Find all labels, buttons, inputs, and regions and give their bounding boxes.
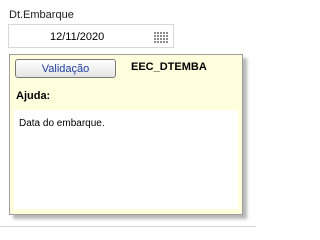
date-field-label: Dt.Embarque (9, 9, 74, 21)
calendar-icon[interactable] (154, 32, 168, 43)
field-code: EEC_DTEMBA (131, 61, 207, 73)
bottom-divider (0, 226, 256, 227)
validation-button[interactable]: Validação (15, 59, 116, 78)
help-text-box: Data do embarque. (14, 110, 238, 209)
date-input[interactable]: 12/11/2020 (8, 24, 174, 48)
help-heading: Ajuda: (16, 90, 51, 102)
date-input-value: 12/11/2020 (50, 31, 105, 43)
help-text: Data do embarque. (19, 118, 105, 129)
help-panel: Validação EEC_DTEMBA Ajuda: Data do emba… (9, 54, 243, 215)
